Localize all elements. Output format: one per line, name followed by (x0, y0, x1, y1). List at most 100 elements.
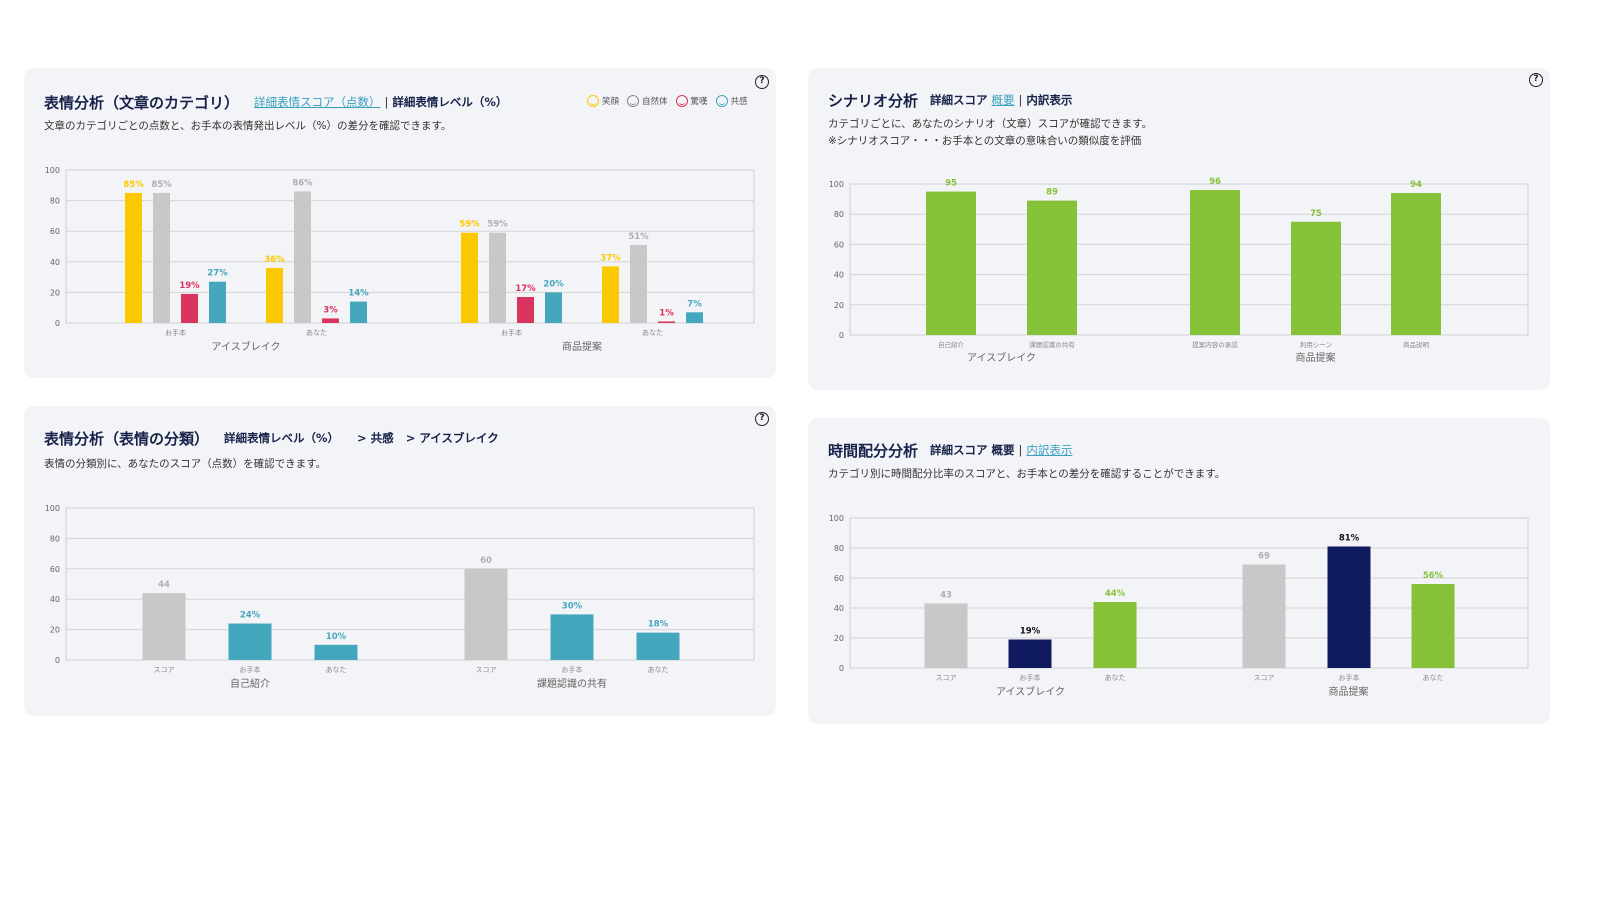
bar (517, 296, 534, 323)
empathy-face-icon (715, 95, 728, 107)
x-group-label: アイスブレイク (996, 685, 1065, 698)
bar-value-label: 1% (659, 308, 674, 318)
bar-value-label: 30% (562, 601, 583, 611)
y-tick-label: 40 (834, 604, 844, 613)
breadcrumb-icebreak[interactable]: > アイスブレイク (406, 431, 499, 445)
bar (924, 603, 968, 668)
x-group-label: 商品提案 (1296, 351, 1336, 364)
x-sub-label: 自己紹介 (938, 340, 965, 349)
bar (294, 191, 311, 323)
bar (181, 293, 198, 323)
y-tick-label: 20 (50, 288, 60, 297)
x-sub-label: あなた (306, 329, 327, 337)
bar-value-label: 59% (487, 220, 508, 230)
y-tick-label: 0 (55, 319, 60, 328)
bar-value-label: 18% (648, 620, 669, 630)
bar-value-label: 10% (326, 632, 347, 642)
smile-icon (587, 95, 599, 107)
bar-value-label: 56% (1423, 571, 1444, 581)
detail-score-label: 詳細スコア (930, 93, 988, 107)
y-tick-label: 80 (834, 544, 844, 553)
x-sub-label: スコア (936, 674, 957, 682)
x-sub-label: 利用シーン (1300, 340, 1332, 349)
legend-label: 笑顔 (602, 97, 620, 107)
bar (461, 232, 478, 323)
bar (142, 593, 186, 660)
summary-tab[interactable]: 概要 (992, 443, 1015, 457)
bar-value-label: 36% (264, 255, 285, 265)
panel-links: 詳細スコア 概要 | 内訳表示 (930, 442, 1072, 458)
bar (228, 623, 272, 660)
legend-item-empathy: 共感 (715, 95, 748, 107)
time-allocation-chart: 0 20 40 60 80 100 43 スコア 19% お手本 44% あなたアイスブレイク 69 スコ… (829, 514, 1529, 698)
detail-level-tab[interactable]: 詳細表情レベル（%） (392, 95, 507, 109)
bar (1327, 546, 1371, 668)
breadcrumb: 詳細表情レベル（%） > 共感 > アイスブレイク (224, 430, 499, 446)
x-sub-label: あなた (1423, 674, 1444, 682)
bar (602, 266, 619, 323)
detail-score-label: 詳細スコア (930, 443, 988, 457)
panel-links: 詳細スコア 概要 | 内訳表示 (930, 92, 1072, 108)
breadcrumb-level[interactable]: 詳細表情レベル（%） (224, 431, 339, 445)
expression-legend: 笑顔 自然体 驚嘆 共感 (587, 95, 748, 107)
bar-value-label: 89 (1046, 188, 1058, 198)
legend-item-surprise: 驚嘆 (675, 95, 708, 107)
breadcrumb-empathy[interactable]: > 共感 (357, 431, 394, 445)
y-tick-label: 40 (50, 258, 60, 267)
help-icon[interactable]: ? (1529, 73, 1543, 87)
time-allocation-panel: 時間配分分析 詳細スコア 概要 | 内訳表示 カテゴリ別に時間配分比率のスコアと、お… (808, 418, 1550, 724)
x-group-label: 商品提案 (562, 340, 602, 353)
y-tick-label: 60 (50, 565, 60, 574)
y-tick-label: 60 (834, 574, 844, 583)
bar-value-label: 27% (207, 269, 228, 279)
bar (630, 244, 647, 323)
x-sub-label: 商品説明 (1403, 340, 1430, 349)
x-group-label: アイスブレイク (212, 340, 281, 353)
expression-type-chart: 0 20 40 60 80 100 44 スコア 24% お手本 10% あなた自己紹介 60 スコア 30… (45, 504, 755, 690)
bar (1411, 584, 1455, 668)
separator: | (384, 95, 389, 109)
bar-value-label: 85% (151, 180, 172, 190)
panel-description: 表情の分類別に、あなたのスコア（点数）を確認できます。 (44, 458, 327, 470)
panel-links: 詳細表情スコア（点数） | 詳細表情レベル（%） (254, 94, 507, 110)
x-sub-label: お手本 (562, 665, 583, 674)
bar (1008, 639, 1052, 668)
bar-value-label: 96 (1209, 177, 1221, 187)
bar (636, 632, 680, 660)
breakdown-tab[interactable]: 内訳表示 (1026, 93, 1072, 107)
y-tick-label: 100 (829, 180, 844, 189)
bar-value-label: 19% (1020, 627, 1041, 637)
x-sub-label: スコア (476, 666, 497, 674)
bar (1027, 200, 1077, 335)
bar-value-label: 43 (940, 591, 952, 601)
panel-description: カテゴリ別に時間配分比率のスコアと、お手本との差分を確認することができます。 (828, 468, 1226, 480)
expression-category-chart: 0 20 40 60 80 100 85% 85% 19% 27% お手本 36% 86% 3% 14% あな… (45, 166, 755, 353)
y-tick-label: 20 (834, 634, 844, 643)
bar-value-label: 19% (179, 281, 200, 291)
bar-value-label: 20% (543, 279, 564, 289)
panel-title: 表情分析（文章のカテゴリ） (44, 94, 240, 112)
y-tick-label: 100 (45, 504, 60, 513)
y-tick-label: 0 (839, 664, 844, 673)
help-icon[interactable]: ? (755, 75, 769, 89)
bar-value-label: 95 (945, 179, 957, 189)
bar (658, 321, 675, 323)
bar-value-label: 44 (158, 580, 170, 590)
breakdown-link[interactable]: 内訳表示 (1026, 443, 1072, 457)
bar (125, 192, 142, 323)
x-group-label: 課題認識の共有 (537, 677, 607, 690)
scenario-panel: シナリオ分析 詳細スコア 概要 | 内訳表示 ? カテゴリごとに、あなたのシナリオ（… (808, 68, 1550, 390)
scenario-chart: 0 20 40 60 80 100 95 自己紹介 89 課題認識の共有アイスブレイク 96 提案内容… (829, 177, 1529, 364)
legend-label: 驚嘆 (690, 97, 708, 107)
x-sub-label: あなた (642, 329, 663, 337)
bar-value-label: 51% (628, 232, 649, 242)
help-icon[interactable]: ? (755, 412, 769, 426)
x-sub-label: あなた (326, 666, 347, 674)
bar-value-label: 3% (323, 305, 338, 315)
summary-link[interactable]: 概要 (992, 93, 1015, 107)
y-tick-label: 40 (834, 271, 844, 280)
bar-value-label: 37% (600, 253, 621, 263)
detail-score-link[interactable]: 詳細表情スコア（点数） (254, 95, 381, 109)
separator: | (1018, 443, 1023, 457)
x-group-label: 商品提案 (1329, 685, 1369, 698)
